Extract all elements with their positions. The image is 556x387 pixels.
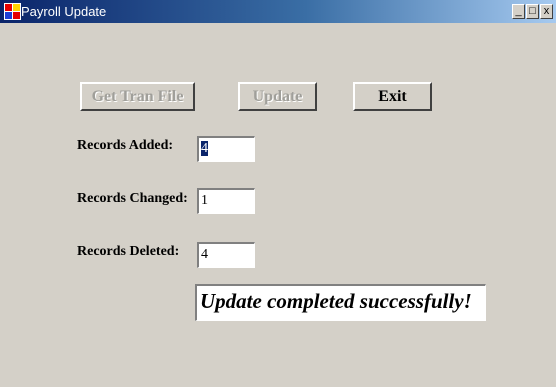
app-icon bbox=[4, 3, 21, 20]
records-added-field[interactable]: 4 bbox=[197, 136, 255, 162]
records-changed-field[interactable]: 1 bbox=[197, 188, 255, 214]
title-bar[interactable]: Payroll Update _ □ x bbox=[0, 0, 556, 23]
exit-button[interactable]: Exit bbox=[353, 82, 432, 111]
records-deleted-label: Records Deleted: bbox=[77, 244, 180, 259]
close-button[interactable]: x bbox=[540, 4, 553, 19]
records-deleted-value: 4 bbox=[201, 247, 208, 262]
payroll-update-window: Payroll Update _ □ x Get Tran File Updat… bbox=[0, 0, 556, 387]
update-button[interactable]: Update bbox=[238, 82, 317, 111]
get-tran-file-button[interactable]: Get Tran File bbox=[80, 82, 195, 111]
status-message-box: Update completed successfully! bbox=[195, 284, 486, 321]
window-title: Payroll Update bbox=[21, 4, 107, 19]
status-message: Update completed successfully! bbox=[200, 289, 472, 313]
records-added-label: Records Added: bbox=[77, 138, 174, 153]
maximize-button[interactable]: □ bbox=[526, 4, 539, 19]
records-changed-value: 1 bbox=[201, 193, 208, 208]
minimize-button[interactable]: _ bbox=[512, 4, 525, 19]
records-changed-label: Records Changed: bbox=[77, 191, 188, 206]
records-deleted-field[interactable]: 4 bbox=[197, 242, 255, 268]
records-added-value: 4 bbox=[201, 141, 208, 156]
